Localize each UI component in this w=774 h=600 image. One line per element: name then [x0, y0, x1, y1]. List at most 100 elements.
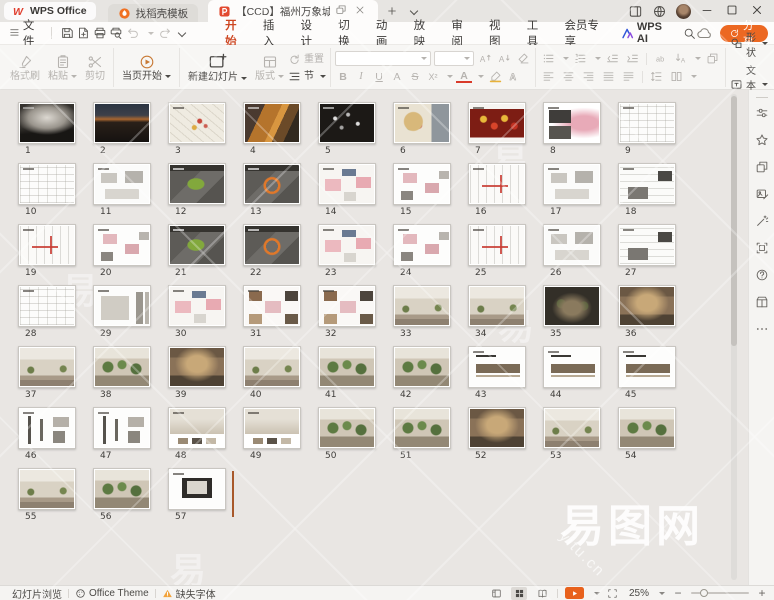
slide-image[interactable] — [243, 224, 301, 266]
slide-thumbnail[interactable]: 22 — [243, 224, 301, 278]
slide-image[interactable] — [243, 102, 301, 144]
slide-image[interactable] — [243, 163, 301, 205]
paste-button[interactable]: 粘贴 — [44, 54, 81, 82]
slide-image[interactable] — [618, 346, 676, 388]
bullets-button[interactable] — [540, 51, 557, 66]
slide-image[interactable] — [318, 224, 376, 266]
slide-thumbnail[interactable]: 12 — [168, 163, 226, 217]
slide-image[interactable] — [18, 285, 76, 327]
minimize-button[interactable] — [700, 3, 716, 19]
star-icon[interactable] — [753, 131, 771, 149]
slide-image[interactable] — [243, 407, 301, 449]
slide-thumbnail[interactable]: 49 — [243, 407, 301, 461]
convert-smartart-button[interactable] — [704, 51, 721, 66]
align-center-button[interactable] — [560, 69, 577, 84]
font-style-button[interactable]: S — [407, 69, 423, 84]
help-icon[interactable] — [753, 266, 771, 284]
slide-thumbnail[interactable]: 15 — [393, 163, 451, 217]
slide-thumbnail[interactable]: 23 — [318, 224, 376, 278]
slide-image[interactable] — [243, 285, 301, 327]
slide-thumbnail[interactable]: 29 — [93, 285, 151, 339]
undo-caret[interactable] — [141, 25, 157, 42]
slide-thumbnail[interactable]: 50 — [318, 407, 376, 461]
slide-thumbnail[interactable]: 16 — [468, 163, 526, 217]
slide-image[interactable] — [543, 346, 601, 388]
font-color-button[interactable]: A — [456, 70, 472, 83]
slide-thumbnail[interactable]: 55 — [18, 468, 76, 522]
reading-view-button[interactable] — [534, 587, 550, 600]
align-left-button[interactable] — [540, 69, 557, 84]
slide-thumbnail[interactable]: 11 — [93, 163, 151, 217]
slide-image[interactable] — [168, 468, 226, 510]
slide-image[interactable] — [18, 224, 76, 266]
slide-thumbnail[interactable]: 1 — [18, 102, 76, 156]
slide-thumbnail[interactable]: 24 — [393, 224, 451, 278]
save-button[interactable] — [59, 25, 75, 42]
new-slide-button[interactable]: 新建幻灯片 — [184, 52, 251, 83]
image-edit-icon[interactable] — [753, 185, 771, 203]
screenshot-icon[interactable] — [753, 239, 771, 257]
cloud-sync-icon[interactable] — [696, 25, 712, 42]
font-style-button[interactable]: B — [335, 69, 351, 84]
vertical-scrollbar[interactable] — [731, 94, 737, 580]
slide-thumbnail[interactable]: 44 — [543, 346, 601, 400]
quickbar-more-button[interactable] — [174, 25, 190, 42]
slide-thumbnail[interactable]: 3 — [168, 102, 226, 156]
slide-image[interactable] — [168, 407, 226, 449]
slide-thumbnail[interactable]: 42 — [393, 346, 451, 400]
clear-format-button[interactable] — [515, 51, 531, 66]
slide-image[interactable] — [168, 346, 226, 388]
slide-thumbnail[interactable]: 7 — [468, 102, 526, 156]
slide-thumbnail[interactable]: 4 — [243, 102, 301, 156]
zoom-caret[interactable] — [659, 592, 665, 595]
slide-thumbnail[interactable]: 17 — [543, 163, 601, 217]
play-from-current-button[interactable]: 当页开始 — [118, 54, 175, 82]
resource-icon[interactable] — [753, 293, 771, 311]
slide-thumbnail[interactable]: 30 — [168, 285, 226, 339]
slide-image[interactable] — [618, 224, 676, 266]
zoom-level[interactable]: 25% — [625, 588, 649, 599]
reset-button[interactable]: 重置 — [288, 53, 326, 66]
slide-image[interactable] — [618, 285, 676, 327]
slide-thumbnail[interactable]: 57 — [168, 468, 226, 522]
slide-image[interactable] — [393, 102, 451, 144]
slide-image[interactable] — [468, 285, 526, 327]
text-effects-button[interactable]: A — [506, 69, 522, 84]
slide-image[interactable] — [18, 468, 76, 510]
slide-image[interactable] — [168, 163, 226, 205]
zoom-in-button[interactable]: + — [756, 588, 768, 598]
export-button[interactable] — [75, 25, 91, 42]
slide-image[interactable] — [93, 224, 151, 266]
increase-font-size-button[interactable]: A — [477, 51, 493, 66]
slide-thumbnail[interactable]: 54 — [618, 407, 676, 461]
slide-thumbnail[interactable]: 13 — [243, 163, 301, 217]
text-direction-button[interactable]: A — [672, 51, 689, 66]
missing-font-button[interactable]: 缺失字体 — [156, 586, 222, 600]
slide-image[interactable] — [243, 346, 301, 388]
sidebar-toggle-icon[interactable] — [628, 4, 643, 19]
slide-image[interactable] — [93, 102, 151, 144]
slideshow-play-button[interactable] — [565, 587, 584, 599]
slide-image[interactable] — [318, 346, 376, 388]
slide-thumbnail[interactable]: 52 — [468, 407, 526, 461]
slide-image[interactable] — [318, 285, 376, 327]
slide-thumbnail[interactable]: 48 — [168, 407, 226, 461]
font-family-select[interactable] — [335, 51, 431, 66]
slide-thumbnail[interactable]: 20 — [93, 224, 151, 278]
slide-image[interactable] — [18, 407, 76, 449]
slide-image[interactable] — [618, 407, 676, 449]
columns-button[interactable] — [668, 69, 685, 84]
font-style-button[interactable]: I — [353, 69, 369, 84]
slide-image[interactable] — [618, 163, 676, 205]
slide-thumbnail[interactable]: 36 — [618, 285, 676, 339]
adjust-icon[interactable] — [753, 104, 771, 122]
slide-image[interactable] — [93, 468, 151, 510]
slide-thumbnail[interactable]: 53 — [543, 407, 601, 461]
search-icon[interactable] — [683, 27, 696, 40]
slide-thumbnail[interactable]: 47 — [93, 407, 151, 461]
slide-thumbnail[interactable]: 37 — [18, 346, 76, 400]
maximize-button[interactable] — [725, 3, 741, 19]
slide-image[interactable] — [543, 163, 601, 205]
slide-thumbnail[interactable]: 10 — [18, 163, 76, 217]
slide-thumbnail[interactable]: 41 — [318, 346, 376, 400]
